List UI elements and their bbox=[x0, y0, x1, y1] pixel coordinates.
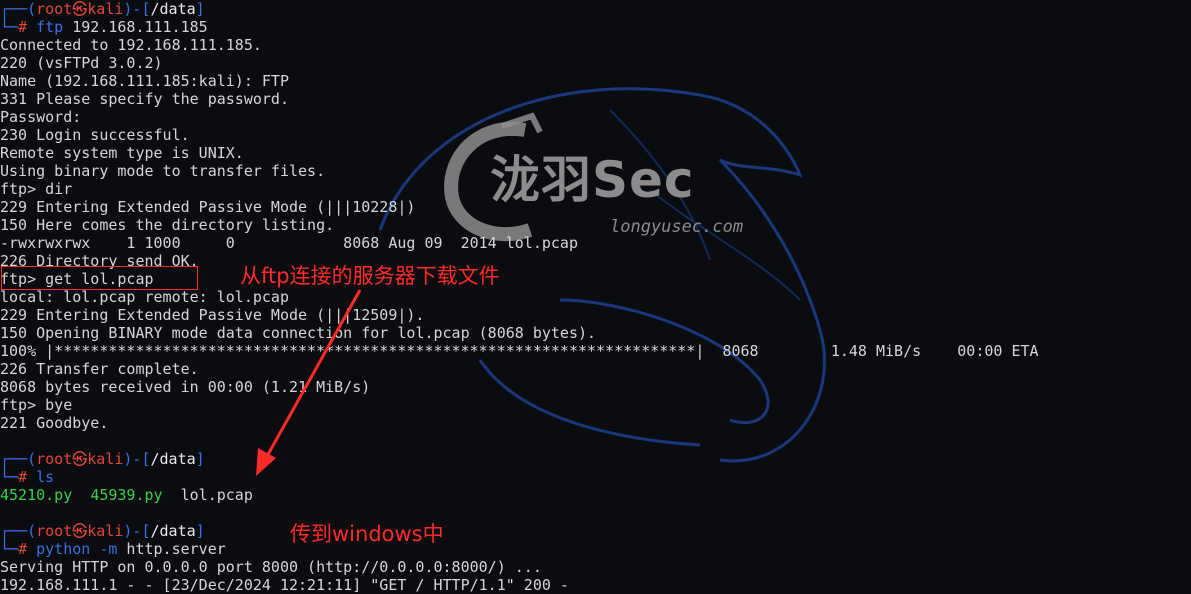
ls-output: 45210.py 45939.py lol.pcap bbox=[0, 486, 253, 504]
output-line: Using binary mode to transfer files. bbox=[0, 162, 326, 180]
output-line: 221 Goodbye. bbox=[0, 414, 109, 432]
output-line: 230 Login successful. bbox=[0, 126, 190, 144]
output-line: ftp> dir bbox=[0, 180, 73, 198]
terminal-window[interactable]: 泷羽Sec longyusec.com ┌──(root㉿kali)-[/dat… bbox=[0, 0, 1191, 594]
output-line: -rwxrwxrwx 1 1000 0 8068 Aug 09 2014 lol… bbox=[0, 234, 578, 252]
output-line: Password: bbox=[0, 108, 82, 126]
annotation-windows-note: 传到windows中 bbox=[290, 522, 444, 546]
command-line: └─# ftp 192.168.111.185 bbox=[0, 18, 208, 36]
output-line: Connected to 192.168.111.185. bbox=[0, 36, 262, 54]
watermark-url: longyusec.com bbox=[610, 217, 744, 237]
command-line: └─# python -m http.server bbox=[0, 540, 226, 558]
prompt-header: ┌──(root㉿kali)-[/data] bbox=[0, 0, 205, 18]
highlight-box bbox=[1, 266, 198, 290]
output-line: 150 Here comes the directory listing. bbox=[0, 216, 335, 234]
output-line: Name (192.168.111.185:kali): FTP bbox=[0, 72, 289, 90]
output-line: 150 Opening BINARY mode data connection … bbox=[0, 324, 597, 342]
output-line: 220 (vsFTPd 3.0.2) bbox=[0, 54, 163, 72]
command-line: └─# ls bbox=[0, 468, 55, 486]
output-line: ftp> bye bbox=[0, 396, 73, 414]
output-line: 229 Entering Extended Passive Mode (|||1… bbox=[0, 198, 416, 216]
watermark-logo-text: 泷羽Sec bbox=[490, 151, 695, 209]
output-line: Remote system type is UNIX. bbox=[0, 144, 244, 162]
transfer-progress-bar: 100% |**********************************… bbox=[0, 342, 1039, 360]
file-entry: 45210.py bbox=[0, 486, 73, 504]
output-line: 229 Entering Extended Passive Mode (|||1… bbox=[0, 306, 425, 324]
output-line: local: lol.pcap remote: lol.pcap bbox=[0, 288, 289, 306]
output-line: 8068 bytes received in 00:00 (1.21 MiB/s… bbox=[0, 378, 371, 396]
output-line: 192.168.111.1 - - [23/Dec/2024 12:21:11]… bbox=[0, 576, 569, 594]
file-entry: 45939.py bbox=[90, 486, 163, 504]
annotation-download-note: 从ftp连接的服务器下载文件 bbox=[240, 264, 500, 288]
file-entry: lol.pcap bbox=[180, 486, 253, 504]
output-line: Serving HTTP on 0.0.0.0 port 8000 (http:… bbox=[0, 558, 542, 576]
prompt-header: ┌──(root㉿kali)-[/data] bbox=[0, 450, 205, 468]
prompt-header: ┌──(root㉿kali)-[/data] bbox=[0, 522, 205, 540]
output-line: 331 Please specify the password. bbox=[0, 90, 289, 108]
output-line: 226 Transfer complete. bbox=[0, 360, 199, 378]
